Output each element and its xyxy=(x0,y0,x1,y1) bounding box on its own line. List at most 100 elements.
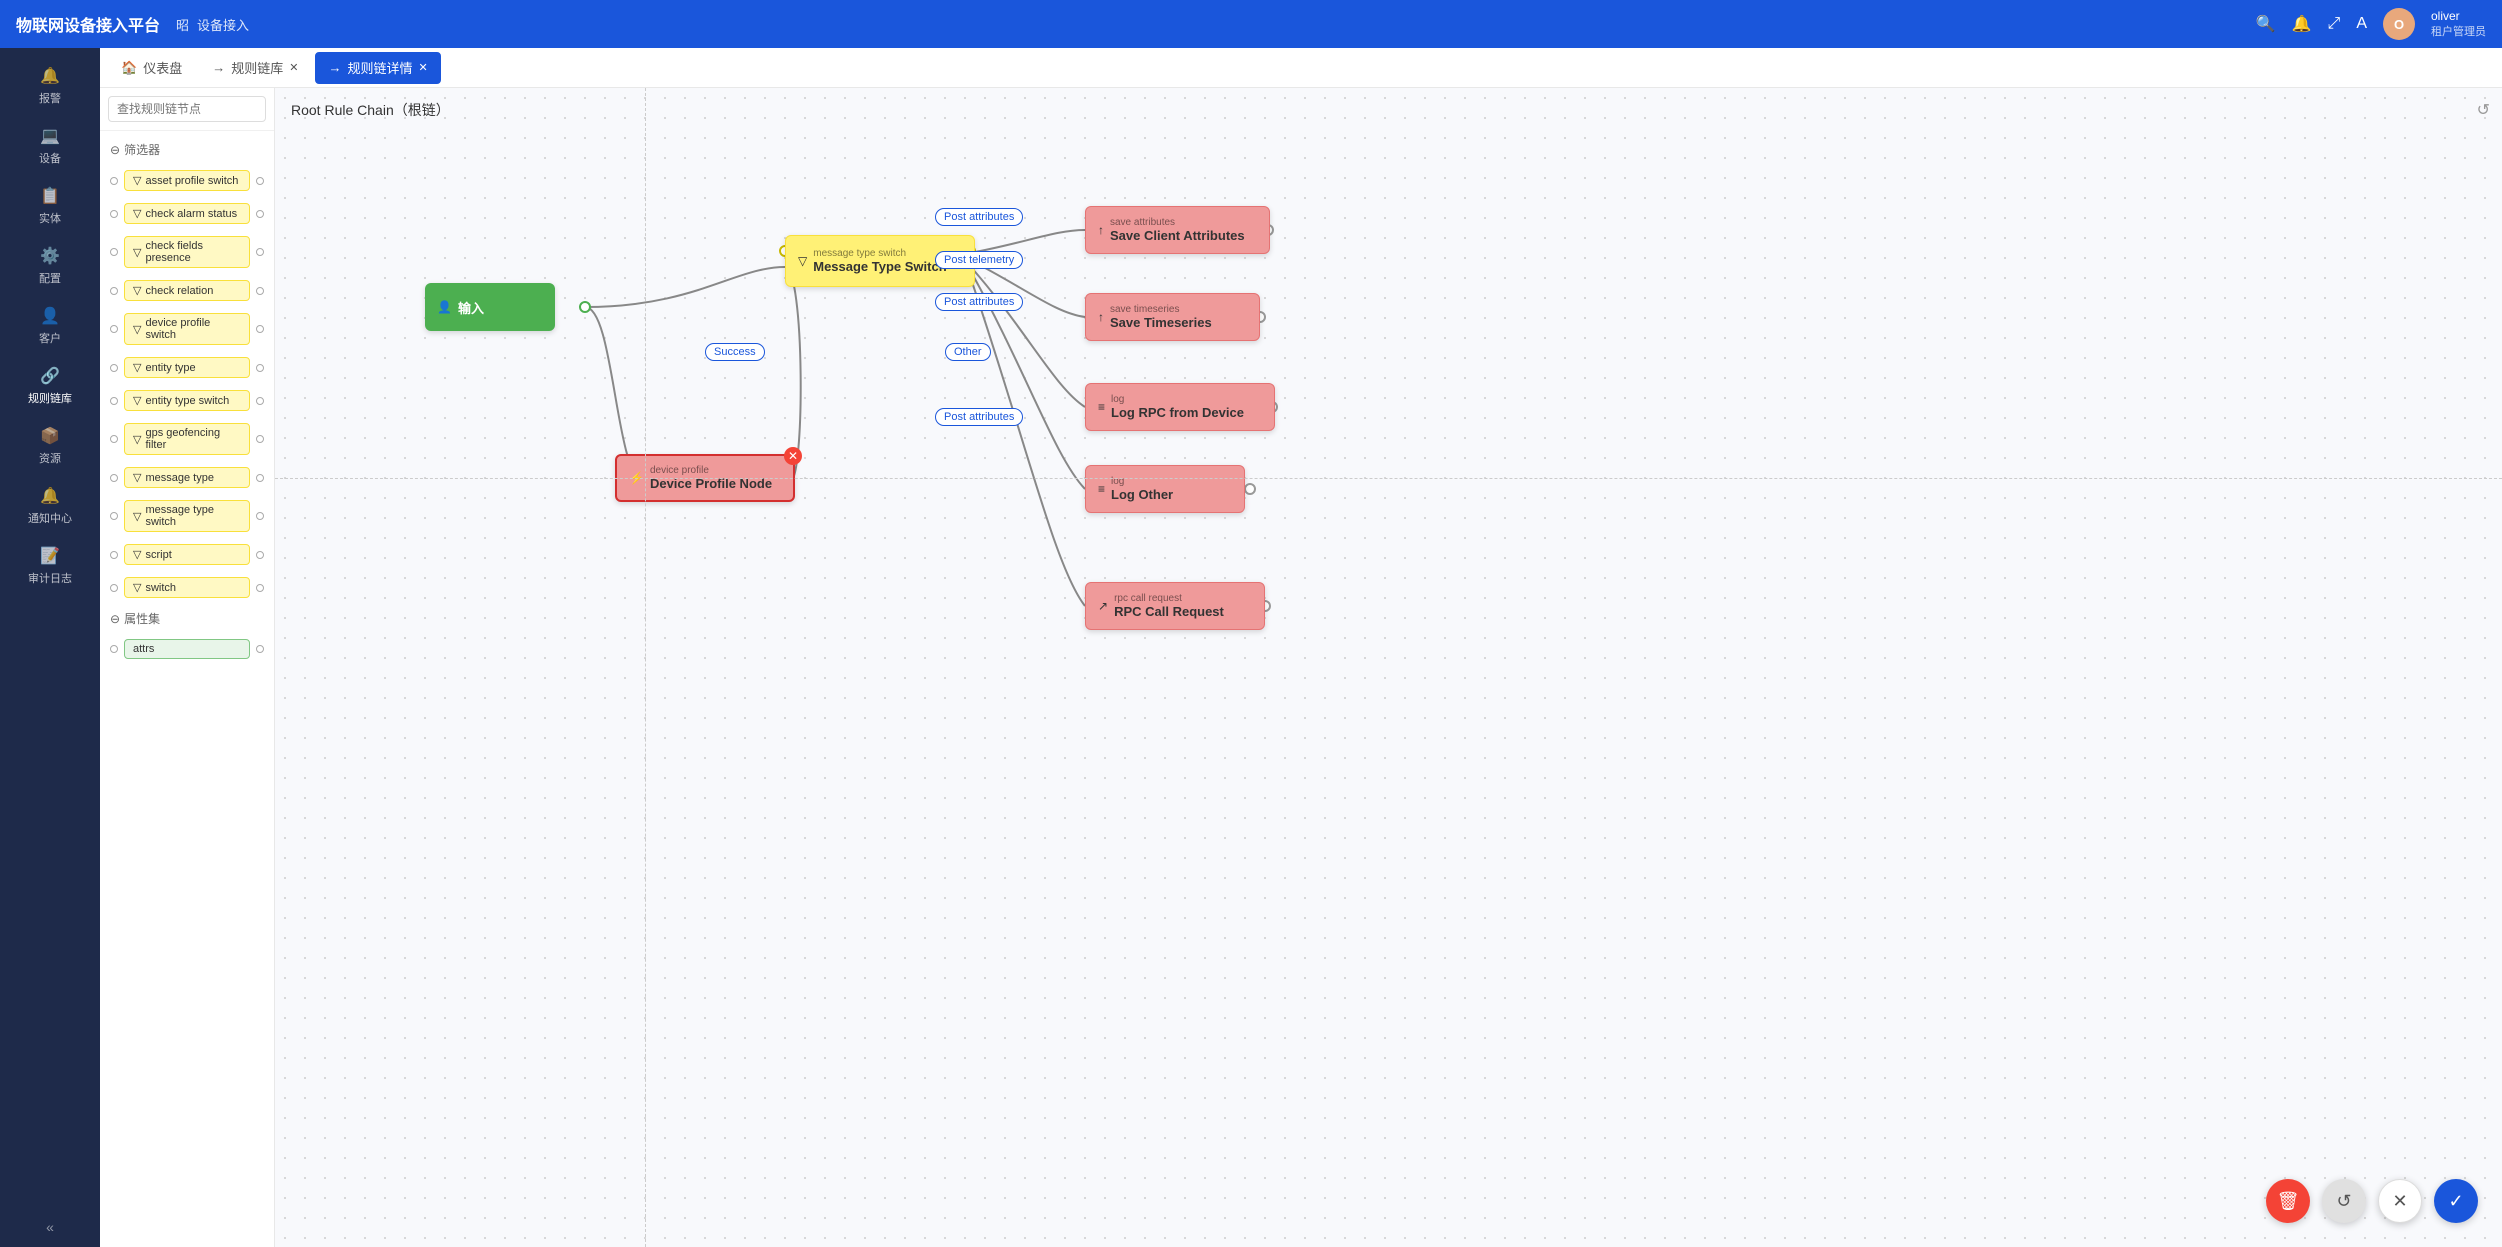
edge-label-post-telemetry[interactable]: Post telemetry xyxy=(935,251,1023,269)
tab-rule-chain[interactable]: → 规则链库 ✕ xyxy=(199,52,311,84)
sidebar-item-device[interactable]: 💻 设备 xyxy=(0,116,100,176)
confirm-button[interactable]: ✓ xyxy=(2434,1179,2478,1223)
node-pill-check-relation[interactable]: ▽ check relation xyxy=(124,280,250,301)
content-area: 🏠 仪表盘 → 规则链库 ✕ → 规则链详情 ✕ xyxy=(100,48,2502,1247)
sidebar-item-customer[interactable]: 👤 客户 xyxy=(0,296,100,356)
filter-icon: ▽ xyxy=(133,207,141,220)
sidebar-collapse[interactable]: « xyxy=(46,1219,54,1235)
sidebar-item-resource[interactable]: 📦 资源 xyxy=(0,416,100,476)
node-pill-script[interactable]: ▽ script xyxy=(124,544,250,565)
resource-icon: 📦 xyxy=(40,426,60,446)
node-list: ⊖ 筛选器 ▽ asset profile switch xyxy=(100,131,274,1247)
rule-chain-icon: → xyxy=(212,60,225,75)
section-filter-header[interactable]: ⊖ 筛选器 xyxy=(100,135,274,164)
section-attributes-header[interactable]: ⊖ 属性集 xyxy=(100,604,274,633)
node-pill-device-profile-switch[interactable]: ▽ device profile switch xyxy=(124,313,250,345)
flow-node-save-timeseries[interactable]: ↑ save timeseries Save Timeseries xyxy=(1085,293,1260,341)
section-filter-label: 筛选器 xyxy=(124,141,160,158)
cancel-button[interactable]: ✕ xyxy=(2378,1179,2422,1223)
list-item[interactable]: ▽ check fields presence xyxy=(100,230,274,274)
filter-icon: ▽ xyxy=(133,471,141,484)
node-pill-message-type-switch[interactable]: ▽ message type switch xyxy=(124,500,250,532)
search-input[interactable] xyxy=(108,96,266,122)
rule-detail-icon: → xyxy=(328,60,341,75)
sidebar-item-notify[interactable]: 🔔 通知中心 xyxy=(0,476,100,536)
sidebar-item-config[interactable]: ⚙️ 配置 xyxy=(0,236,100,296)
sidebar-label-device: 设备 xyxy=(39,150,61,166)
log-rpc-name: Log RPC from Device xyxy=(1111,405,1244,420)
save-ts-icon: ↑ xyxy=(1098,310,1104,324)
right-connector xyxy=(256,551,264,559)
filter-icon: ▽ xyxy=(133,581,141,594)
list-item[interactable]: ▽ message type xyxy=(100,461,274,494)
canvas-area[interactable]: Root Rule Chain（根链） xyxy=(275,88,2502,1247)
flow-node-rpc-call[interactable]: ↗ rpc call request RPC Call Request xyxy=(1085,582,1265,630)
translate-icon[interactable]: A xyxy=(2356,15,2367,33)
rpc-call-name: RPC Call Request xyxy=(1114,604,1224,619)
list-item[interactable]: ▽ message type switch xyxy=(100,494,274,538)
list-item[interactable]: ▽ device profile switch xyxy=(100,307,274,351)
vertical-divider xyxy=(645,88,646,1247)
expand-icon[interactable]: ⤢ xyxy=(2328,15,2341,33)
list-item[interactable]: ▽ check relation xyxy=(100,274,274,307)
node-pill-entity-type[interactable]: ▽ entity type xyxy=(124,357,250,378)
sidebar-item-entity[interactable]: 📋 实体 xyxy=(0,176,100,236)
node-pill-attrs[interactable]: attrs xyxy=(124,639,250,659)
flow-node-log-rpc[interactable]: ≡ log Log RPC from Device xyxy=(1085,383,1275,431)
node-pill-gps-filter[interactable]: ▽ gps geofencing filter xyxy=(124,423,250,455)
right-connector xyxy=(256,325,264,333)
node-pill-check-fields[interactable]: ▽ check fields presence xyxy=(124,236,250,268)
canvas-title: Root Rule Chain（根链） xyxy=(291,100,450,120)
save-ts-type: save timeseries xyxy=(1110,304,1212,315)
sidebar-label-customer: 客户 xyxy=(39,330,61,346)
sidebar-item-alarm[interactable]: 🔔 报警 xyxy=(0,56,100,116)
entity-icon: 📋 xyxy=(40,186,60,206)
user-info: oliver 租户管理员 xyxy=(2431,9,2486,39)
tab-rule-chain-close[interactable]: ✕ xyxy=(289,61,298,74)
sidebar-label-alarm: 报警 xyxy=(39,90,61,106)
flow-node-input[interactable]: 👤 输入 xyxy=(425,283,555,331)
list-item[interactable]: ▽ switch xyxy=(100,571,274,604)
undo-button[interactable]: ↺ xyxy=(2322,1179,2366,1223)
tab-bar: 🏠 仪表盘 → 规则链库 ✕ → 规则链详情 ✕ xyxy=(100,48,2502,88)
list-item[interactable]: ▽ check alarm status xyxy=(100,197,274,230)
filter-icon: ▽ xyxy=(133,361,141,374)
delete-node-btn[interactable]: ✕ xyxy=(784,447,802,465)
rule-editor: ⊖ 筛选器 ▽ asset profile switch xyxy=(100,88,2502,1247)
delete-button[interactable]: 🗑 xyxy=(2266,1179,2310,1223)
node-pill-asset-profile-switch[interactable]: ▽ asset profile switch xyxy=(124,170,250,191)
list-item[interactable]: ▽ script xyxy=(100,538,274,571)
list-item[interactable]: ▽ asset profile switch xyxy=(100,164,274,197)
tab-dashboard[interactable]: 🏠 仪表盘 xyxy=(108,52,195,84)
refresh-icon[interactable]: ↺ xyxy=(2477,100,2490,120)
sidebar-label-resource: 资源 xyxy=(39,450,61,466)
edge-label-post-attrs-3[interactable]: Post attributes xyxy=(935,408,1023,426)
flow-node-save-attributes[interactable]: ↑ save attributes Save Client Attributes xyxy=(1085,206,1270,254)
sidebar: 🔔 报警 💻 设备 📋 实体 ⚙️ 配置 👤 客户 🔗 规则链库 📦 资源 🔔 xyxy=(0,48,100,1247)
edge-label-other[interactable]: Other xyxy=(945,343,991,361)
filter-icon: ▽ xyxy=(133,323,141,336)
sidebar-item-rule[interactable]: 🔗 规则链库 xyxy=(0,356,100,416)
tab-rule-detail[interactable]: → 规则链详情 ✕ xyxy=(315,52,440,84)
list-item[interactable]: ▽ gps geofencing filter xyxy=(100,417,274,461)
edge-label-post-attrs-1[interactable]: Post attributes xyxy=(935,208,1023,226)
edge-label-success[interactable]: Success xyxy=(705,343,765,361)
flow-node-log-other[interactable]: ≡ log Log Other xyxy=(1085,465,1245,513)
search-icon[interactable]: 🔍 xyxy=(2256,14,2276,34)
tab-dashboard-label: 仪表盘 xyxy=(143,58,182,77)
filter-icon: ▽ xyxy=(133,510,141,523)
filter-icon: ▽ xyxy=(133,284,141,297)
sidebar-item-audit[interactable]: 📝 审计日志 xyxy=(0,536,100,596)
node-pill-switch[interactable]: ▽ switch xyxy=(124,577,250,598)
filter-icon: ▽ xyxy=(133,433,141,446)
node-pill-check-alarm[interactable]: ▽ check alarm status xyxy=(124,203,250,224)
avatar[interactable]: O xyxy=(2383,8,2415,40)
bell-icon[interactable]: 🔔 xyxy=(2292,14,2312,34)
tab-rule-detail-close[interactable]: ✕ xyxy=(418,61,427,74)
list-item[interactable]: ▽ entity type switch xyxy=(100,384,274,417)
node-pill-entity-type-switch[interactable]: ▽ entity type switch xyxy=(124,390,250,411)
node-pill-message-type[interactable]: ▽ message type xyxy=(124,467,250,488)
list-item-attrs[interactable]: attrs xyxy=(100,633,274,665)
list-item[interactable]: ▽ entity type xyxy=(100,351,274,384)
edge-label-post-attrs-2[interactable]: Post attributes xyxy=(935,293,1023,311)
